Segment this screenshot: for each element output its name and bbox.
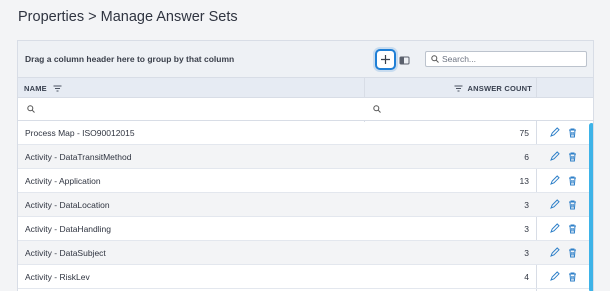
row-name: Activity - Application <box>25 176 101 186</box>
trash-icon[interactable] <box>567 151 578 162</box>
column-chooser-icon <box>399 56 410 65</box>
grid-toolbar: Drag a column header here to group by th… <box>18 41 593 78</box>
vertical-scrollbar[interactable] <box>589 123 593 291</box>
trash-icon[interactable] <box>567 271 578 282</box>
row-name: Activity - DataTransitMethod <box>25 152 132 162</box>
filter-row <box>18 98 593 121</box>
trash-icon[interactable] <box>567 127 578 138</box>
row-count: 6 <box>524 152 529 162</box>
row-name: Activity - DataHandling <box>25 224 111 234</box>
row-name: Activity - DataLocation <box>25 200 110 210</box>
pencil-icon[interactable] <box>549 199 560 210</box>
column-header-answer-count[interactable]: ANSWER COUNT <box>364 78 532 98</box>
row-count: 4 <box>524 272 529 282</box>
row-count: 3 <box>524 248 529 258</box>
trash-icon[interactable] <box>567 223 578 234</box>
column-header-count-label: ANSWER COUNT <box>467 83 532 93</box>
row-name: Process Map - ISO90012015 <box>25 128 135 138</box>
trash-icon[interactable] <box>567 199 578 210</box>
row-name: Activity - DataSubject <box>25 248 106 258</box>
row-count: 3 <box>524 224 529 234</box>
table-row[interactable]: Activity - Application 13 <box>18 169 593 193</box>
row-count: 3 <box>524 200 529 210</box>
plus-icon <box>381 55 390 64</box>
table-row[interactable]: Activity - DataSubject 3 <box>18 241 593 265</box>
table-row[interactable]: Activity - DataHandling 3 <box>18 217 593 241</box>
row-count: 75 <box>519 128 529 138</box>
column-header-name-label: NAME <box>24 83 47 93</box>
search-icon[interactable] <box>373 105 381 113</box>
pencil-icon[interactable] <box>549 247 560 258</box>
trash-icon[interactable] <box>567 247 578 258</box>
grid-search[interactable] <box>425 51 587 67</box>
search-input[interactable] <box>442 53 582 65</box>
page-title: Properties > Manage Answer Sets <box>18 9 238 25</box>
trash-icon[interactable] <box>567 175 578 186</box>
pencil-icon[interactable] <box>549 271 560 282</box>
pencil-icon[interactable] <box>549 223 560 234</box>
table-row[interactable]: Activity - DataLocation 3 <box>18 193 593 217</box>
column-header-name[interactable]: NAME <box>24 78 62 98</box>
row-count: 13 <box>519 176 529 186</box>
add-answer-set-button[interactable] <box>375 49 396 70</box>
filter-icon[interactable] <box>53 85 62 92</box>
answer-sets-grid: Drag a column header here to group by th… <box>17 40 594 291</box>
row-name: Activity - RiskLev <box>25 272 90 282</box>
pencil-icon[interactable] <box>549 151 560 162</box>
filter-icon[interactable] <box>454 85 463 92</box>
table-row[interactable]: Activity - DataTransitMethod 6 <box>18 145 593 169</box>
search-icon[interactable] <box>27 105 35 113</box>
column-chooser-button[interactable] <box>399 53 410 65</box>
grid-header-row: NAME ANSWER COUNT <box>18 78 593 98</box>
pencil-icon[interactable] <box>549 175 560 186</box>
table-row[interactable]: Activity - RiskLev 4 <box>18 265 593 289</box>
pencil-icon[interactable] <box>549 127 560 138</box>
grid-rows: Process Map - ISO90012015 75 Activity - … <box>18 121 593 289</box>
group-panel-hint: Drag a column header here to group by th… <box>25 54 235 64</box>
table-row[interactable]: Process Map - ISO90012015 75 <box>18 121 593 145</box>
search-icon <box>431 55 439 63</box>
